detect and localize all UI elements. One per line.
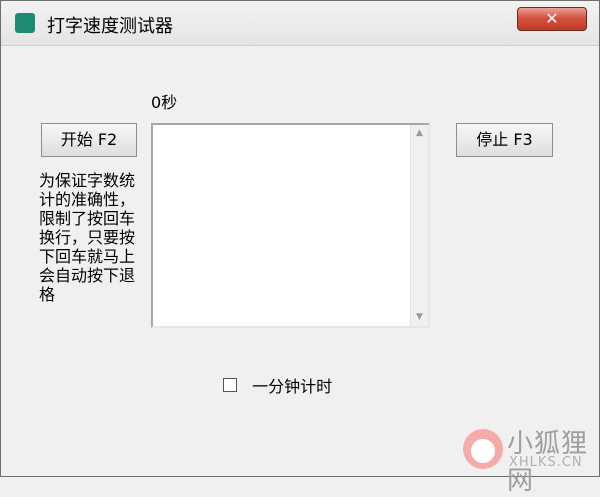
one-minute-checkbox[interactable] [223, 378, 237, 392]
typing-input[interactable]: ▲ ▼ [151, 123, 430, 328]
close-button[interactable]: ✕ [517, 7, 587, 31]
watermark-subtext: XHLKS.CN [509, 455, 583, 470]
one-minute-label: 一分钟计时 [252, 377, 333, 396]
window-title: 打字速度测试器 [47, 16, 173, 37]
scroll-down-icon[interactable]: ▼ [411, 309, 428, 326]
vertical-scrollbar[interactable]: ▲ ▼ [410, 125, 428, 326]
instruction-note: 为保证字数统计的准确性，限制了按回车换行，只要按下回车就马上会自动按下退格 [39, 171, 136, 304]
watermark: 小狐狸网 XHLKS.CN [463, 421, 595, 496]
start-button[interactable]: 开始 F2 [41, 123, 137, 157]
stop-button[interactable]: 停止 F3 [456, 123, 553, 157]
scroll-up-icon[interactable]: ▲ [411, 125, 428, 142]
timer-display: 0秒 [151, 93, 178, 112]
app-window: 打字速度测试器 ✕ 0秒 开始 F2 为保证字数统计的准确性，限制了按回车换行，… [0, 0, 600, 496]
app-icon [15, 13, 35, 33]
fox-logo-icon [463, 429, 503, 469]
close-icon: ✕ [545, 9, 559, 28]
one-minute-option[interactable]: 一分钟计时 [223, 373, 332, 397]
title-bar[interactable]: 打字速度测试器 ✕ [1, 1, 599, 46]
